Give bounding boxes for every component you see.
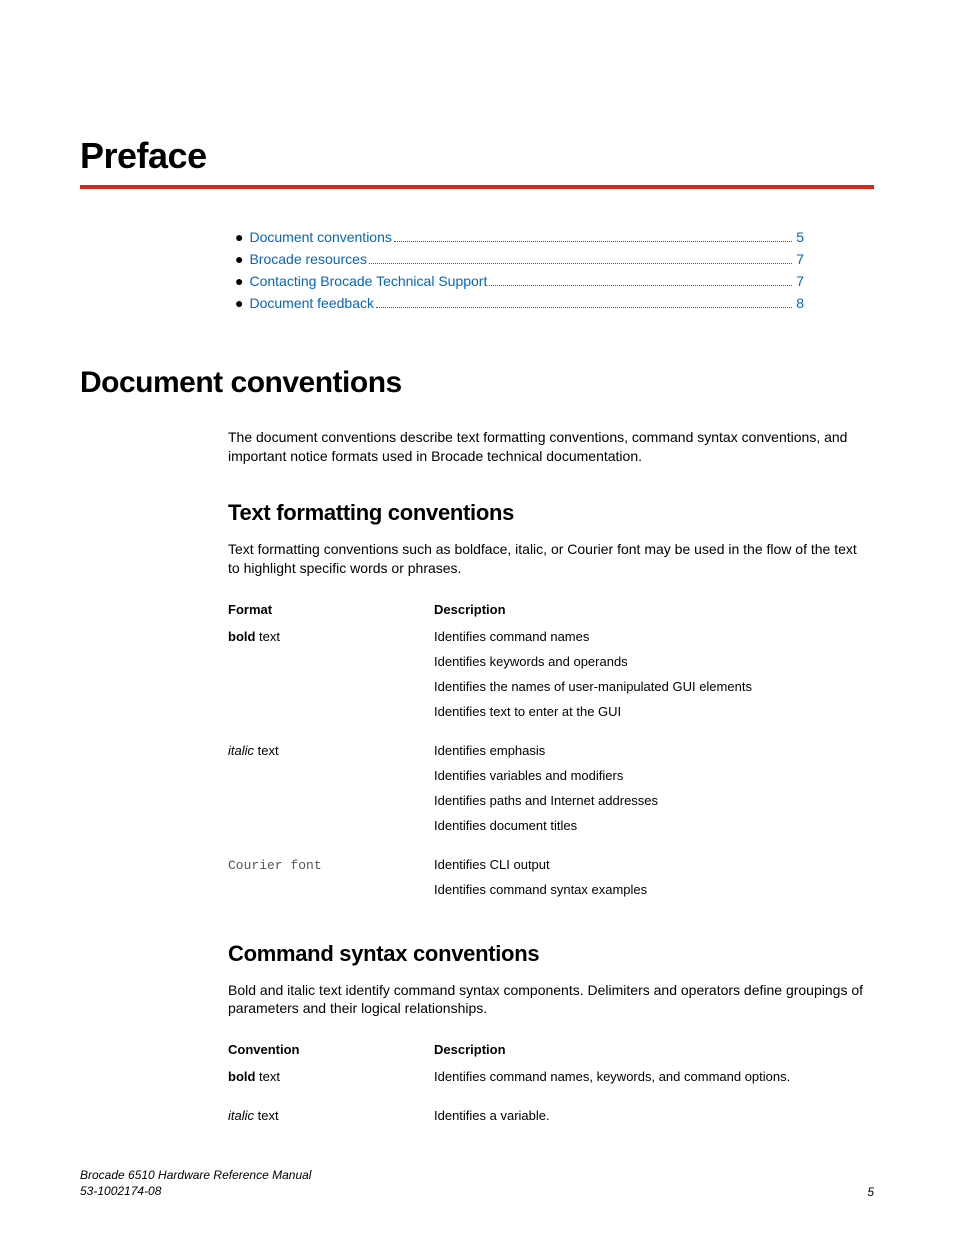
table-row: bold textIdentifies command names, keywo…: [228, 1069, 864, 1094]
section-document-conventions-heading: Document conventions: [80, 366, 874, 400]
toc-entry[interactable]: ● Document feedback 8: [235, 295, 804, 311]
footer-doc-title: Brocade 6510 Hardware Reference Manual: [80, 1167, 311, 1183]
table-row: italic textIdentifies a variable.: [228, 1108, 864, 1133]
toc-page-number: 7: [796, 251, 804, 267]
footer-page-number: 5: [867, 1185, 874, 1199]
table-row: italic textIdentifies emphasisIdentifies…: [228, 743, 864, 843]
bullet-icon: ●: [235, 251, 243, 267]
description-line: Identifies keywords and operands: [434, 654, 864, 669]
toc-leader-dots: [369, 263, 792, 264]
description-cell: Identifies command names, keywords, and …: [434, 1069, 864, 1094]
description-line: Identifies document titles: [434, 818, 864, 833]
footer-doc-number: 53-1002174-08: [80, 1183, 311, 1199]
description-line: Identifies command syntax examples: [434, 882, 864, 897]
accent-rule: [80, 185, 874, 189]
description-cell: Identifies emphasis Identifies variables …: [434, 743, 864, 843]
format-cell: Courier font: [228, 857, 434, 907]
bullet-icon: ●: [235, 295, 243, 311]
command-syntax-table: Convention Description bold textIdentifi…: [228, 1042, 864, 1133]
description-cell: Identifies a variable.: [434, 1108, 864, 1133]
command-syntax-intro: Bold and italic text identify command sy…: [228, 981, 864, 1019]
description-cell: Identifies CLI output Identifies command …: [434, 857, 864, 907]
description-cell: Identifies command names Identifies keywo…: [434, 629, 864, 729]
description-line: Identifies text to enter at the GUI: [434, 704, 864, 719]
text-formatting-table: Format Description bold textIdentifies c…: [228, 602, 864, 907]
format-cell: italic text: [228, 743, 434, 843]
page-footer: Brocade 6510 Hardware Reference Manual 5…: [80, 1167, 874, 1199]
description-line: Identifies emphasis: [434, 743, 864, 758]
description-line: Identifies a variable.: [434, 1108, 864, 1123]
table-row: bold textIdentifies command namesIdentif…: [228, 629, 864, 729]
table-header-description: Description: [434, 1042, 864, 1057]
description-line: Identifies command names: [434, 629, 864, 644]
toc-link-text: Document conventions: [249, 229, 391, 245]
bullet-icon: ●: [235, 273, 243, 289]
subsection-command-syntax-heading: Command syntax conventions: [228, 941, 864, 967]
format-cell: bold text: [228, 1069, 434, 1094]
toc-entry[interactable]: ● Brocade resources 7: [235, 251, 804, 267]
format-cell: bold text: [228, 629, 434, 729]
toc-link-text: Document feedback: [249, 295, 374, 311]
description-line: Identifies CLI output: [434, 857, 864, 872]
description-line: Identifies paths and Internet addresses: [434, 793, 864, 808]
toc-link-text: Brocade resources: [249, 251, 367, 267]
description-line: Identifies the names of user-manipulated…: [434, 679, 864, 694]
text-formatting-intro: Text formatting conventions such as bold…: [228, 540, 864, 578]
toc-leader-dots: [394, 241, 792, 242]
description-line: Identifies variables and modifiers: [434, 768, 864, 783]
table-row: Courier fontIdentifies CLI outputIdentif…: [228, 857, 864, 907]
toc-page-number: 7: [796, 273, 804, 289]
section-intro-text: The document conventions describe text f…: [228, 428, 864, 466]
toc-link-text: Contacting Brocade Technical Support: [249, 273, 487, 289]
format-cell: italic text: [228, 1108, 434, 1133]
bullet-icon: ●: [235, 229, 243, 245]
toc-leader-dots: [376, 307, 792, 308]
toc-page-number: 5: [796, 229, 804, 245]
toc-page-number: 8: [796, 295, 804, 311]
description-line: Identifies command names, keywords, and …: [434, 1069, 864, 1084]
chapter-title: Preface: [80, 135, 874, 177]
table-header-format: Format: [228, 602, 434, 617]
toc-entry[interactable]: ● Contacting Brocade Technical Support 7: [235, 273, 804, 289]
table-header-convention: Convention: [228, 1042, 434, 1057]
toc-leader-dots: [489, 285, 792, 286]
mini-toc: ● Document conventions 5 ● Brocade resources…: [235, 229, 804, 311]
subsection-text-formatting-heading: Text formatting conventions: [228, 500, 864, 526]
toc-entry[interactable]: ● Document conventions 5: [235, 229, 804, 245]
table-header-description: Description: [434, 602, 864, 617]
